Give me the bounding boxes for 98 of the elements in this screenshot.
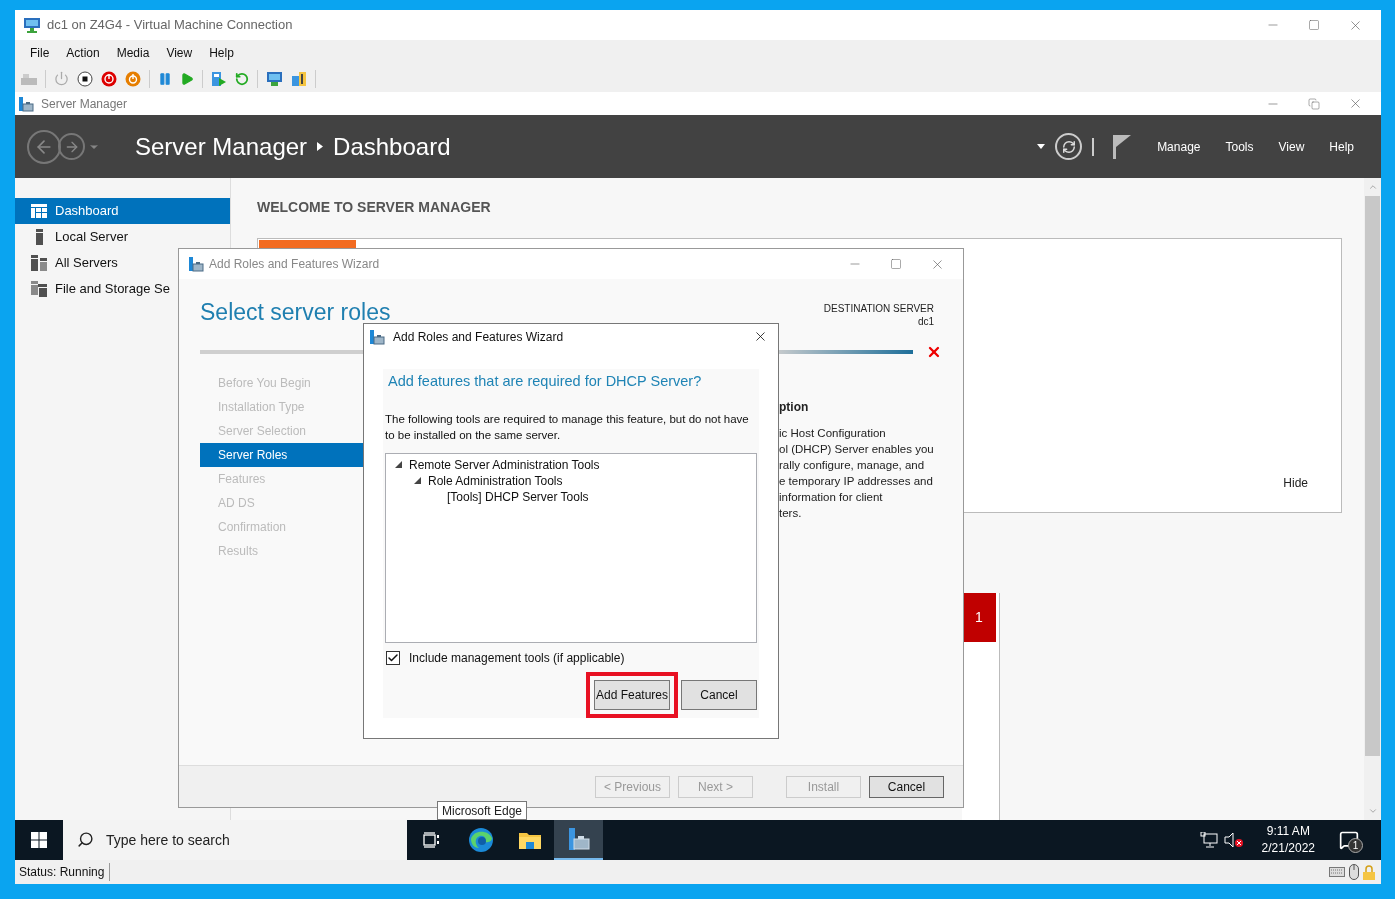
mouse-icon <box>1349 864 1359 880</box>
tooltip: Microsoft Edge <box>437 801 528 820</box>
notification-count: 1 <box>1348 838 1363 853</box>
network-icon[interactable] <box>1199 832 1218 848</box>
description-heading: ption <box>779 399 810 415</box>
dialog-title: Add Roles and Features Wizard <box>393 328 564 346</box>
description-line: rally configure, manage, and <box>779 458 926 473</box>
expanded-icon[interactable] <box>395 461 402 469</box>
enhanced-session-icon[interactable] <box>266 70 283 87</box>
lock-icon <box>1363 864 1375 880</box>
clock-date: 2/21/2022 <box>1261 840 1315 857</box>
sidebar-item[interactable]: Dashboard <box>15 198 230 224</box>
dashboard-icon <box>31 204 47 218</box>
dialog-button[interactable]: Cancel <box>681 680 757 710</box>
server-manager-icon <box>18 95 34 112</box>
window-title: dc1 on Z4G4 - Virtual Machine Connection <box>47 16 293 35</box>
breadcrumb-item: Server Manager <box>135 131 308 162</box>
dialog-button[interactable]: Add Features <box>594 680 670 710</box>
wizard-title: Add Roles and Features Wizard <box>209 256 380 273</box>
forward-button[interactable] <box>58 133 85 160</box>
destination-value: dc1 <box>917 315 934 328</box>
breadcrumb-separator-icon <box>317 142 324 151</box>
header-menu-item[interactable]: Help <box>1329 137 1354 156</box>
destination-label: DESTINATION SERVER <box>823 302 934 315</box>
shutdown-icon[interactable] <box>101 70 117 87</box>
expanded-icon[interactable] <box>414 477 421 485</box>
breadcrumb-item: Dashboard <box>333 131 451 162</box>
app-title: Server Manager <box>41 95 128 113</box>
revert-icon[interactable] <box>235 71 249 86</box>
checkmark-icon <box>387 652 399 664</box>
wizard-heading: Select server roles <box>200 299 391 325</box>
error-icon <box>926 344 942 360</box>
dialog-description: The following tools are required to manage this feature, but do not have to be installed on the same server. <box>385 411 750 443</box>
tree-item[interactable]: Remote Server Administration Tools <box>409 455 600 474</box>
restore-icon[interactable] <box>1308 97 1320 110</box>
wizard-icon <box>369 328 385 345</box>
keyboard-icon <box>1329 867 1345 877</box>
folder-icon <box>517 830 542 850</box>
menu-item[interactable]: View <box>159 43 200 62</box>
header-menu-item[interactable]: Manage <box>1157 137 1201 156</box>
refresh-button[interactable] <box>1055 133 1083 160</box>
dropdown-icon[interactable] <box>1037 144 1046 149</box>
maximize-icon[interactable] <box>1308 19 1320 31</box>
maximize-icon[interactable] <box>890 258 902 270</box>
header-menu-item[interactable]: Tools <box>1225 137 1254 156</box>
menu-item[interactable]: File <box>23 43 57 62</box>
servers-icon <box>31 255 47 271</box>
clock-time: 9:11 AM <box>1266 823 1310 840</box>
description-line: ters. <box>779 506 803 521</box>
task-view-icon <box>422 832 441 848</box>
taskbar-app[interactable] <box>554 820 603 860</box>
server-manager-icon <box>566 827 591 851</box>
checkbox[interactable] <box>386 651 400 665</box>
description-line: information for client <box>779 490 884 505</box>
back-button[interactable] <box>27 129 61 164</box>
notifications-icon[interactable] <box>1339 830 1359 850</box>
search-field[interactable]: Type here to search <box>63 820 407 860</box>
wizard-step[interactable]: Server Roles <box>200 443 364 467</box>
share-icon[interactable] <box>291 70 307 87</box>
header-menu-item[interactable]: View <box>1278 137 1305 156</box>
monitor-icon <box>23 17 41 33</box>
description-line: e temporary IP addresses and <box>779 474 934 489</box>
checkpoint-icon[interactable] <box>211 70 227 87</box>
browser-icon <box>467 827 494 853</box>
scrollbar-thumb[interactable] <box>1365 196 1380 756</box>
resume-icon[interactable] <box>180 71 194 86</box>
wizard-button[interactable]: Cancel <box>869 775 944 798</box>
menu-item[interactable]: Help <box>202 43 241 62</box>
sidebar-item[interactable]: Local Server <box>15 224 230 250</box>
power-icon[interactable] <box>125 70 141 87</box>
sidebar-item[interactable]: File and Storage Se <box>15 276 230 302</box>
tree-item[interactable]: [Tools] DHCP Server Tools <box>447 487 589 506</box>
ctrl-alt-del-icon[interactable] <box>21 72 37 85</box>
start-icon[interactable] <box>54 71 69 86</box>
windows-icon <box>31 832 47 848</box>
turn-off-icon[interactable] <box>77 70 93 87</box>
close-icon[interactable] <box>753 329 768 344</box>
search-icon <box>77 831 94 848</box>
storage-icon <box>31 281 47 297</box>
hide-link[interactable]: Hide <box>1283 474 1308 493</box>
menu-item[interactable]: Media <box>109 43 157 62</box>
description-line: ic Host Configuration <box>779 426 887 441</box>
scroll-up-icon[interactable] <box>1367 182 1378 192</box>
scroll-down-icon[interactable] <box>1367 806 1378 816</box>
tree-item[interactable]: Role Administration Tools <box>428 471 563 490</box>
wizard-icon <box>188 256 204 272</box>
flag-icon[interactable] <box>1113 134 1132 159</box>
refresh-icon <box>1061 139 1076 154</box>
pause-icon[interactable] <box>158 71 172 86</box>
status-text: Status: Running <box>15 863 111 881</box>
clock[interactable]: 9:11 AM 2/21/2022 <box>1261 823 1315 857</box>
muted-volume-icon[interactable] <box>1223 832 1244 848</box>
description-line: ol (DHCP) Server enables you <box>779 442 935 457</box>
dialog-heading: Add features that are required for DHCP Server? <box>387 372 703 391</box>
checkbox-label: Include management tools (if applicable) <box>409 650 625 667</box>
count-badge: 1 <box>962 593 996 643</box>
section-heading: WELCOME TO SERVER MANAGER <box>257 198 492 217</box>
menu-item[interactable]: Action <box>59 43 107 62</box>
